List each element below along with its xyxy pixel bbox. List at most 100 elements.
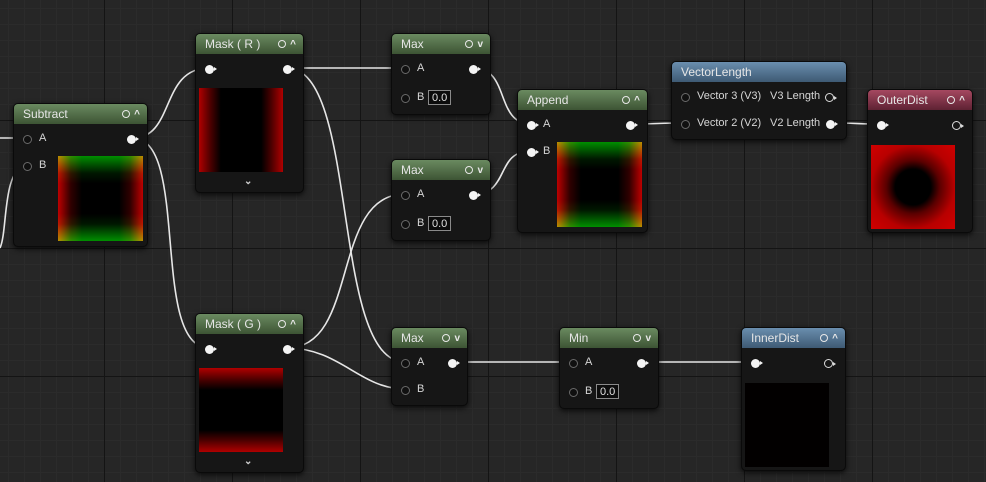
- collapse-chevron-icon[interactable]: ^: [290, 319, 298, 330]
- collapse-chevron-icon[interactable]: v: [477, 39, 485, 50]
- node-title: Max: [401, 331, 424, 345]
- collapse-chevron-icon[interactable]: ^: [832, 333, 840, 344]
- node-append[interactable]: Append ^ A B: [517, 89, 648, 233]
- input-pin-b[interactable]: [401, 386, 410, 395]
- node-title: Max: [401, 37, 424, 51]
- input-label-a: A: [417, 62, 425, 74]
- node-max-2[interactable]: Max v A B 0.0: [391, 159, 491, 241]
- wire-maskg-max3b: [286, 347, 406, 390]
- input-pin-b[interactable]: [401, 220, 410, 229]
- input-pin-b[interactable]: [401, 94, 410, 103]
- output-pin[interactable]: [626, 121, 638, 130]
- collapse-chevron-icon[interactable]: v: [477, 165, 485, 176]
- output-pin[interactable]: [448, 359, 460, 368]
- node-title: InnerDist: [751, 331, 800, 345]
- input-pin-a[interactable]: [401, 359, 410, 368]
- node-preview: [745, 383, 829, 467]
- input-pin-a[interactable]: [401, 191, 410, 200]
- collapse-chevron-icon[interactable]: ^: [959, 95, 967, 106]
- node-max-3[interactable]: Max v A B: [391, 327, 468, 406]
- output-pin[interactable]: [469, 65, 481, 74]
- node-preview: [557, 142, 642, 227]
- input-pin-b[interactable]: [569, 388, 578, 397]
- node-title: Max: [401, 163, 424, 177]
- node-mask-g[interactable]: Mask ( G ) ^ ⌄: [195, 313, 304, 473]
- node-outer-dist[interactable]: OuterDist ^: [867, 89, 973, 233]
- input-label-v2: Vector 2 (V2): [697, 117, 762, 129]
- preview-toggle-icon[interactable]: [277, 320, 286, 328]
- preview-toggle-icon[interactable]: [464, 40, 473, 48]
- preview-toggle-icon[interactable]: [632, 334, 641, 342]
- node-preview: [199, 368, 283, 452]
- node-max-1[interactable]: Max v A B 0.0: [391, 33, 491, 115]
- node-header[interactable]: Max v: [392, 160, 490, 180]
- expand-chevron-icon[interactable]: ⌄: [244, 456, 252, 467]
- input-pin-a[interactable]: [23, 135, 32, 144]
- collapse-chevron-icon[interactable]: v: [454, 333, 462, 344]
- input-label-v3: Vector 3 (V3): [697, 90, 762, 102]
- preview-toggle-icon[interactable]: [464, 166, 473, 174]
- input-pin-v2[interactable]: [681, 120, 690, 129]
- input-pin-a[interactable]: [401, 65, 410, 74]
- output-pin[interactable]: [824, 359, 836, 368]
- preview-toggle-icon[interactable]: [121, 110, 130, 118]
- input-pin[interactable]: [751, 359, 763, 368]
- node-title: Mask ( R ): [205, 37, 261, 51]
- node-preview: [199, 88, 283, 172]
- output-pin[interactable]: [283, 345, 295, 354]
- output-pin[interactable]: [637, 359, 649, 368]
- collapse-chevron-icon[interactable]: ^: [290, 39, 298, 50]
- output-pin-v3[interactable]: [825, 93, 837, 102]
- input-pin-a[interactable]: [527, 121, 539, 130]
- node-header[interactable]: Min v: [560, 328, 658, 348]
- expand-chevron-icon[interactable]: ⌄: [244, 176, 252, 187]
- preview-toggle-icon[interactable]: [819, 334, 828, 342]
- input-label-b: B: [543, 145, 551, 157]
- node-min[interactable]: Min v A B 0.0: [559, 327, 659, 409]
- node-header[interactable]: Append ^: [518, 90, 647, 110]
- wire-maskg-max2: [286, 193, 406, 349]
- collapse-chevron-icon[interactable]: ^: [634, 95, 642, 106]
- node-preview: [871, 145, 955, 229]
- node-header[interactable]: OuterDist ^: [868, 90, 972, 110]
- output-pin[interactable]: [283, 65, 295, 74]
- input-label-b: B: [417, 217, 425, 229]
- node-header[interactable]: InnerDist ^: [742, 328, 845, 348]
- node-preview: [58, 156, 143, 241]
- node-subtract[interactable]: Subtract ^ A B: [13, 103, 148, 247]
- node-header[interactable]: Max v: [392, 328, 467, 348]
- input-label-b: B: [585, 385, 593, 397]
- input-pin[interactable]: [877, 121, 889, 130]
- node-vector-length[interactable]: VectorLength Vector 3 (V3) Vector 2 (V2)…: [671, 61, 847, 140]
- b-value-field[interactable]: 0.0: [596, 384, 620, 399]
- output-pin-v2[interactable]: [826, 120, 838, 129]
- node-header[interactable]: Mask ( G ) ^: [196, 314, 303, 334]
- input-pin[interactable]: [205, 345, 217, 354]
- input-pin-a[interactable]: [569, 359, 578, 368]
- collapse-chevron-icon[interactable]: v: [645, 333, 653, 344]
- input-pin-b[interactable]: [23, 162, 32, 171]
- preview-toggle-icon[interactable]: [621, 96, 630, 104]
- collapse-chevron-icon[interactable]: ^: [134, 109, 142, 120]
- node-inner-dist[interactable]: InnerDist ^: [741, 327, 846, 471]
- node-mask-r[interactable]: Mask ( R ) ^ ⌄: [195, 33, 304, 193]
- preview-toggle-icon[interactable]: [277, 40, 286, 48]
- node-header[interactable]: Mask ( R ) ^: [196, 34, 303, 54]
- node-title: Subtract: [23, 107, 68, 121]
- wire-maskr-max3: [286, 67, 406, 363]
- b-value-field[interactable]: 0.0: [428, 216, 452, 231]
- preview-toggle-icon[interactable]: [441, 334, 450, 342]
- input-pin-b[interactable]: [527, 148, 539, 157]
- node-header[interactable]: Max v: [392, 34, 490, 54]
- output-label-v3: V3 Length: [770, 90, 821, 102]
- output-pin[interactable]: [952, 121, 964, 130]
- node-header[interactable]: Subtract ^: [14, 104, 147, 124]
- node-header[interactable]: VectorLength: [672, 62, 846, 82]
- preview-toggle-icon[interactable]: [946, 96, 955, 104]
- output-pin[interactable]: [469, 191, 481, 200]
- input-pin-v3[interactable]: [681, 93, 690, 102]
- b-value-field[interactable]: 0.0: [428, 90, 452, 105]
- input-label-a: A: [585, 356, 593, 368]
- output-pin[interactable]: [127, 135, 139, 144]
- input-pin[interactable]: [205, 65, 217, 74]
